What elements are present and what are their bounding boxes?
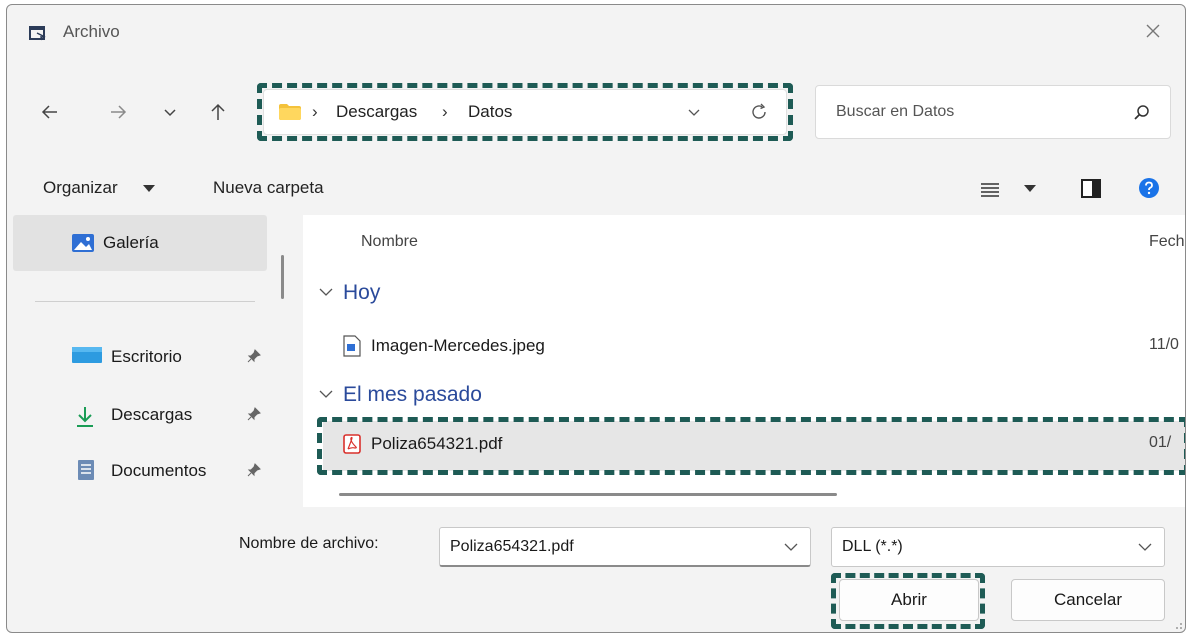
sidebar-item-label: Escritorio: [111, 347, 182, 366]
caret-down-icon[interactable]: [1024, 185, 1036, 193]
filetype-value: DLL (*.*): [842, 538, 903, 555]
arrow-up-icon[interactable]: [203, 97, 233, 127]
breadcrumb-descargas[interactable]: Descargas: [336, 102, 417, 122]
breadcrumb-separator: ›: [312, 102, 318, 121]
breadcrumb-datos[interactable]: Datos: [468, 102, 512, 122]
navigation-pane: Galería Escritorio Descargas Documentos: [13, 215, 273, 507]
documents-icon: [78, 460, 94, 480]
sidebar-item-label: Descargas: [111, 405, 193, 424]
folder-icon: [279, 104, 301, 120]
sidebar-item-galeria[interactable]: Galería: [13, 215, 267, 271]
app-icon: [29, 26, 46, 41]
new-folder-button[interactable]: Nueva carpeta: [213, 178, 324, 198]
file-row[interactable]: Imagen-Mercedes.jpeg 11/0: [323, 323, 1185, 373]
group-header-today[interactable]: Hoy: [343, 281, 380, 305]
image-file-icon: [343, 335, 361, 357]
column-header-date[interactable]: Fech: [1149, 233, 1185, 251]
search-icon[interactable]: [1132, 103, 1152, 123]
sidebar-divider: [35, 301, 255, 302]
chevron-down-icon[interactable]: [155, 97, 185, 127]
file-row-selected[interactable]: Poliza654321.pdf 01/: [323, 421, 1185, 471]
desktop-icon: [72, 347, 102, 363]
title-bar: Archivo: [7, 5, 1185, 61]
breadcrumb-separator: ›: [442, 102, 448, 121]
filename-value: Poliza654321.pdf: [450, 538, 574, 555]
filename-field[interactable]: Poliza654321.pdf: [439, 527, 811, 567]
file-name: Imagen-Mercedes.jpeg: [371, 336, 545, 355]
horizontal-scrollbar[interactable]: [339, 493, 837, 496]
chevron-down-icon[interactable]: [684, 102, 704, 122]
file-name: Poliza654321.pdf: [371, 434, 503, 453]
view-list-icon[interactable]: [981, 181, 999, 197]
group-header-last-month[interactable]: El mes pasado: [343, 383, 482, 407]
file-date: 11/0: [1149, 336, 1179, 353]
sidebar-item-label: Galería: [103, 233, 159, 252]
file-open-dialog: Archivo › Descargas › Datos Buscar en Da…: [6, 4, 1186, 633]
sidebar-item-label: Documentos: [111, 461, 207, 480]
search-box[interactable]: Buscar en Datos: [815, 85, 1171, 139]
file-list: Nombre Fech Hoy Imagen-Mercedes.jpeg 11/…: [303, 215, 1185, 507]
open-button[interactable]: Abrir: [839, 579, 979, 621]
chevron-down-icon[interactable]: [784, 542, 798, 552]
file-date: 01/: [1149, 434, 1172, 451]
organize-button[interactable]: Organizar: [43, 178, 118, 198]
chevron-down-icon[interactable]: [1138, 542, 1152, 552]
download-icon: [77, 407, 93, 427]
sidebar-scrollbar[interactable]: [281, 255, 284, 299]
pin-icon[interactable]: [247, 407, 261, 421]
cancel-button[interactable]: Cancelar: [1011, 579, 1165, 621]
pin-icon[interactable]: [247, 349, 261, 363]
command-bar: Organizar Nueva carpeta: [7, 163, 1185, 215]
preview-pane-icon[interactable]: [1081, 179, 1101, 198]
pdf-file-icon: [343, 434, 361, 454]
filename-label: Nombre de archivo:: [239, 535, 379, 552]
close-icon[interactable]: [1139, 17, 1167, 45]
arrow-right-icon[interactable]: [103, 97, 133, 127]
caret-down-icon[interactable]: [143, 185, 155, 193]
address-bar[interactable]: › Descargas › Datos: [263, 89, 787, 135]
arrow-left-icon[interactable]: [35, 97, 65, 127]
column-header-name[interactable]: Nombre: [361, 233, 418, 251]
chevron-down-icon[interactable]: [319, 389, 333, 399]
help-icon[interactable]: [1138, 177, 1160, 199]
pin-icon[interactable]: [247, 463, 261, 477]
refresh-icon[interactable]: [748, 101, 770, 123]
search-placeholder: Buscar en Datos: [836, 103, 955, 120]
resize-grip-icon[interactable]: [1171, 618, 1183, 630]
gallery-icon: [72, 234, 94, 252]
window-title: Archivo: [63, 22, 120, 41]
chevron-down-icon[interactable]: [319, 287, 333, 297]
filetype-select[interactable]: DLL (*.*): [831, 527, 1165, 567]
